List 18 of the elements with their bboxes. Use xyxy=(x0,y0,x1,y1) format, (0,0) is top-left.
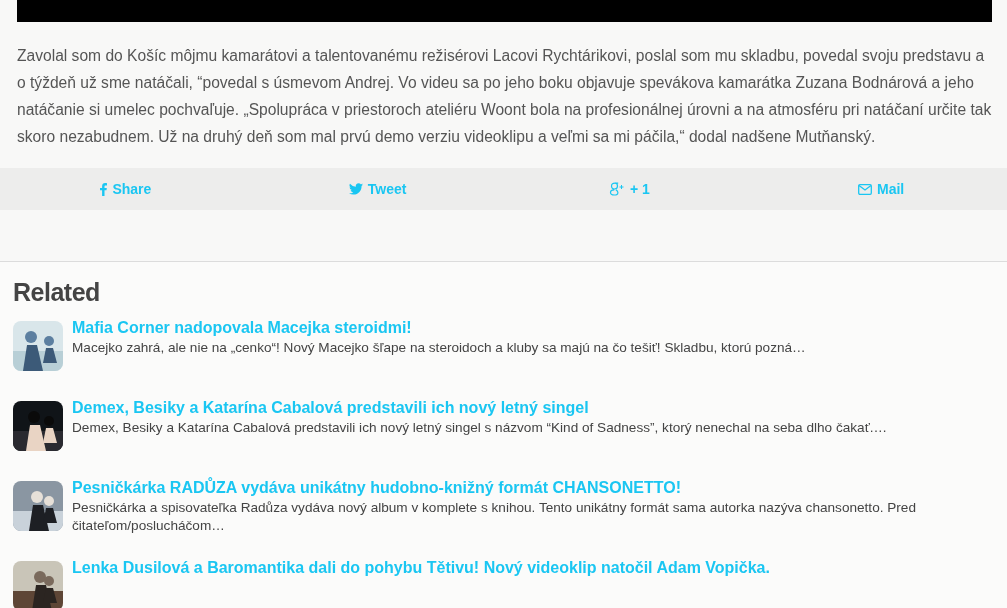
google-plus-icon xyxy=(608,182,625,196)
envelope-icon xyxy=(858,183,872,195)
article-excerpt: Macejko zahrá, ale nie na „cenko“! Nový Macejko šľape na steroidoch a kluby sa majú na čo tešiť! Skladbu, ktorú pozná… xyxy=(72,339,806,357)
share-link[interactable]: Share xyxy=(94,174,158,204)
article-link[interactable]: Pesničkárka RADŮZA vydáva unikátny hudobno-knižný formát CHANSONETTO! xyxy=(72,477,681,499)
share-link[interactable]: + 1 xyxy=(602,174,656,204)
article-link[interactable]: Mafia Corner nadopovala Macejka steroidmi! xyxy=(72,317,412,339)
share-link[interactable]: Mail xyxy=(852,174,911,204)
video-player[interactable] xyxy=(17,0,992,22)
article-excerpt: Demex, Besiky a Katarína Cabalová predstavili ich nový letný singel s názvom “Kind of Sadness”, ktorý nenechal na seba dlho čakať.… xyxy=(72,419,888,437)
article-link[interactable]: Demex, Besiky a Katarína Cabalová predstavili ich nový letný singel xyxy=(72,397,589,419)
bird-icon xyxy=(348,183,363,195)
facebook-icon xyxy=(100,182,108,196)
article-paragraph: Zavolal som do Košíc môjmu kamarátovi a talentovanému režisérovi Lacovi Rychtárikovi, poslal som mu skladbu, povedal svoju predstavu a o týždeň už sme natáčali, “povedal s úsmevom Andrej. Vo videu sa po jeho boku objavuje spevákova kamarátka Zuzana Bodnárová a jeho natáčanie si umelec pochvaľuje. „Spolupráca v priestoroch ateliéru Woont bola na profesionálnej úrovni a na atmosféru pri natáčaní určite tak skoro nezabudnem. Už na druhý deň som mal prvú demo verziu videoklipu a veľmi sa mi páčila,“ dodal nadšene Mutňanský. xyxy=(16,46,993,147)
share-link[interactable]: Tweet xyxy=(342,174,413,204)
section-heading: Related xyxy=(13,278,100,307)
article-excerpt: Pesničkárka a spisovateľka Radůza vydáva nový album v komplete s knihou. Tento unikátny formát sama autorka nazýva chansonetto. Pred čitateľom/poslucháčom… xyxy=(72,499,917,535)
article-link[interactable]: Lenka Dusilová a Baromantika dali do pohybu Tětivu! Nový videoklip natočil Adam Vopička. xyxy=(72,557,770,579)
